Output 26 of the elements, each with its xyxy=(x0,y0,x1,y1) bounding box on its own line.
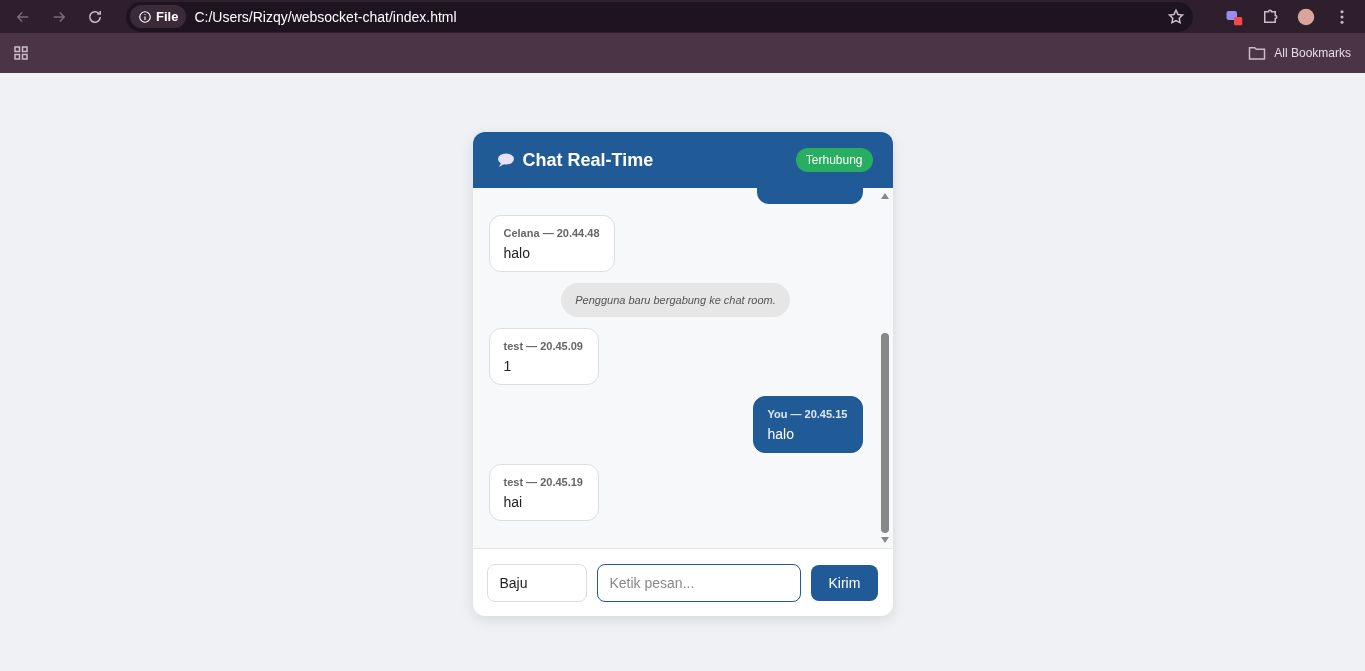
apps-grid-icon[interactable] xyxy=(12,44,30,62)
message-meta: test — 20.45.19 xyxy=(503,476,584,488)
send-button[interactable]: Kirim xyxy=(810,565,879,601)
message-text: halo xyxy=(767,426,795,442)
message-meta: test — 20.45.09 xyxy=(503,340,584,352)
message-meta: You — 20.45.15 xyxy=(767,408,848,420)
message-field[interactable]: Ketik pesan... xyxy=(596,564,801,602)
scrollbar-thumb[interactable] xyxy=(881,333,889,533)
url-text: C:/Users/Rizqy/websocket-chat/index.html xyxy=(194,8,458,25)
site-info-chip[interactable]: File xyxy=(130,5,187,28)
message-meta: Celana — 20.44.48 xyxy=(503,227,600,239)
system-message: Pengguna baru bergabung ke chat room. xyxy=(561,283,790,317)
scroll-down-icon[interactable] xyxy=(880,536,890,544)
message-text: halo xyxy=(503,245,531,261)
message-text: 1 xyxy=(503,358,513,374)
info-icon xyxy=(138,9,152,24)
folder-icon xyxy=(1248,45,1267,61)
scroll-up-icon[interactable] xyxy=(880,192,890,200)
speech-bubble-icon xyxy=(496,153,515,167)
status-badge: Terhubung xyxy=(795,148,873,172)
all-bookmarks-button[interactable]: All Bookmarks xyxy=(1248,45,1353,61)
chip-label: File xyxy=(156,9,179,24)
message-text: hai xyxy=(503,494,524,510)
name-field[interactable]: Baju xyxy=(486,564,587,602)
address-bar[interactable]: File C:/Users/Rizqy/websocket-chat/index.html xyxy=(126,1,1193,32)
chat-title: Chat Real-Time xyxy=(522,149,654,171)
